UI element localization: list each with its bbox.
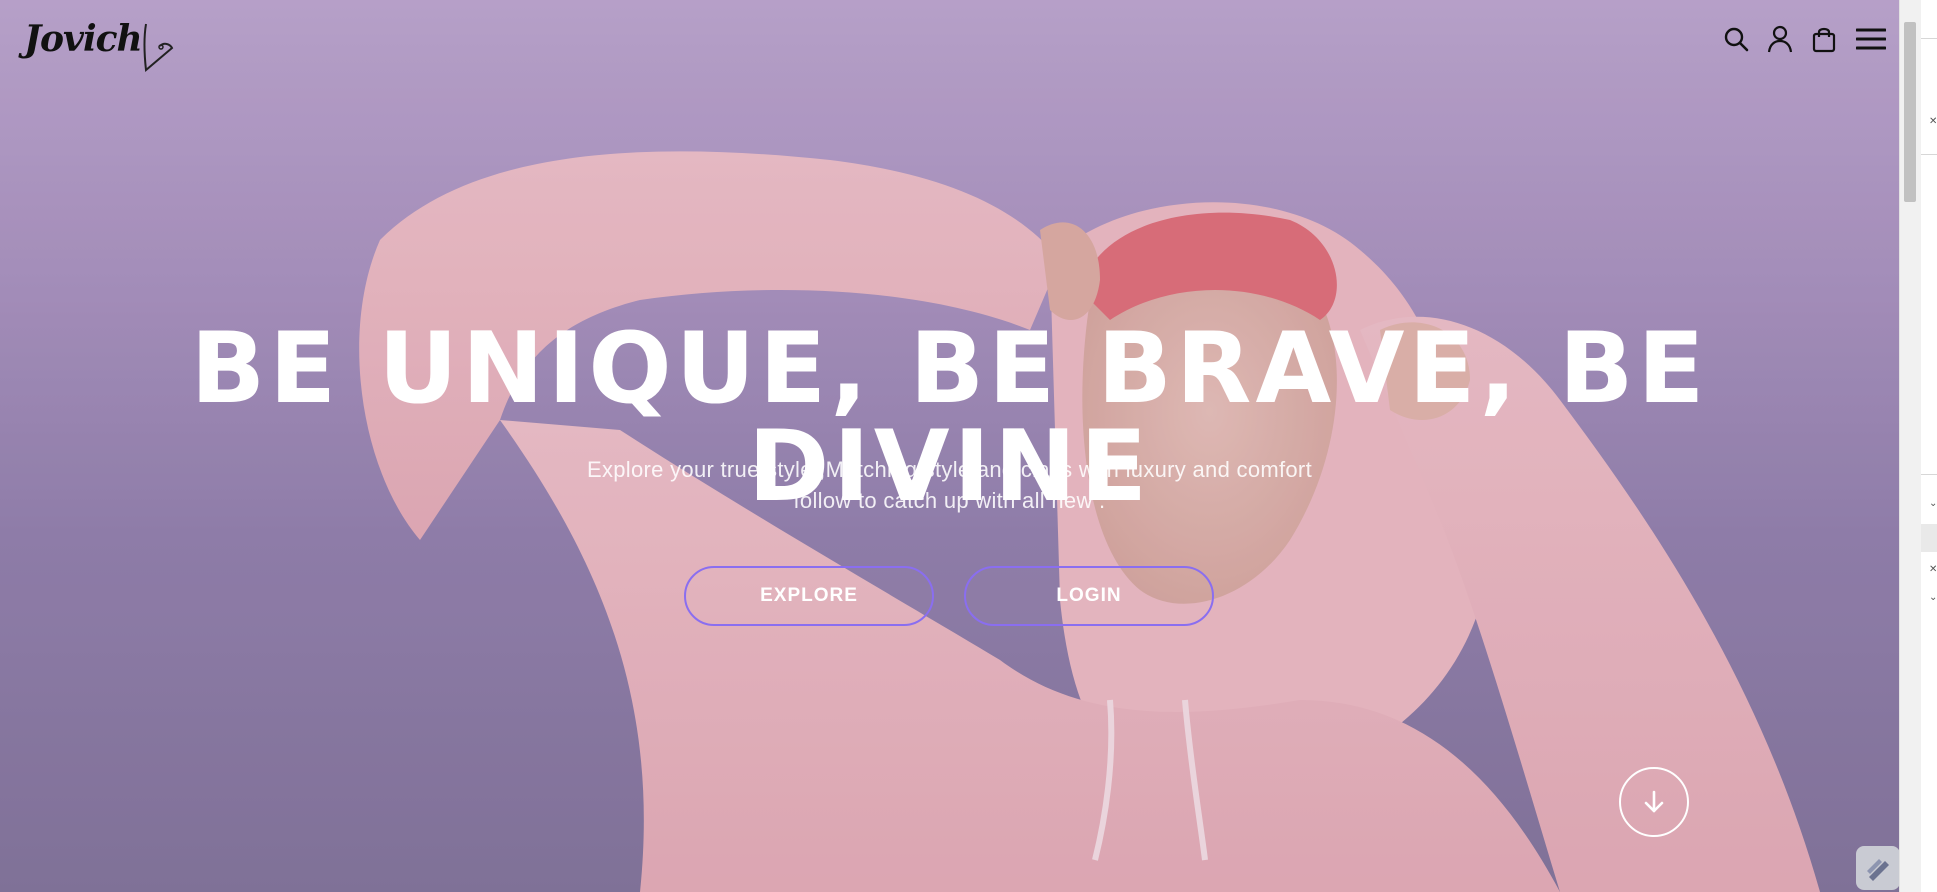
side-divider bbox=[1921, 38, 1937, 39]
side-divider bbox=[1921, 154, 1937, 155]
chat-icon bbox=[1867, 859, 1889, 881]
hero-subtitle: Explore your true style ,Matching style … bbox=[0, 454, 1899, 516]
hanger-icon bbox=[143, 23, 174, 72]
arrow-down-icon bbox=[1644, 790, 1664, 813]
search-icon[interactable] bbox=[1723, 26, 1749, 52]
hero-section: Jovich BE UNIQUE, BE BRAVE, BE DIVINE Ex… bbox=[0, 0, 1899, 892]
chevron-down-icon[interactable]: ⌄ bbox=[1929, 592, 1937, 603]
chat-widget-button[interactable] bbox=[1856, 846, 1900, 890]
side-panel bbox=[1921, 0, 1937, 892]
hero-subtitle-line2: follow to catch up with all new . bbox=[793, 488, 1106, 513]
logo-text: Jovich bbox=[24, 18, 143, 60]
menu-icon[interactable] bbox=[1855, 26, 1887, 52]
logo[interactable]: Jovich bbox=[24, 18, 176, 74]
login-button[interactable]: LOGIN bbox=[964, 566, 1214, 626]
shopping-bag-icon[interactable] bbox=[1811, 26, 1837, 53]
scroll-down-button[interactable] bbox=[1619, 767, 1689, 837]
scrollbar-thumb[interactable] bbox=[1904, 22, 1916, 202]
hero-subtitle-line1: Explore your true style ,Matching style … bbox=[587, 457, 1312, 482]
chevron-down-icon[interactable]: ⌄ bbox=[1929, 498, 1937, 509]
side-panel-item[interactable] bbox=[1921, 524, 1937, 552]
explore-button[interactable]: EXPLORE bbox=[684, 566, 934, 626]
close-icon[interactable]: ✕ bbox=[1929, 564, 1937, 575]
close-icon[interactable]: ✕ bbox=[1929, 116, 1937, 127]
user-icon[interactable] bbox=[1767, 25, 1793, 53]
side-divider bbox=[1921, 474, 1937, 475]
site-header: Jovich bbox=[0, 0, 1899, 84]
header-icons bbox=[1723, 25, 1887, 53]
